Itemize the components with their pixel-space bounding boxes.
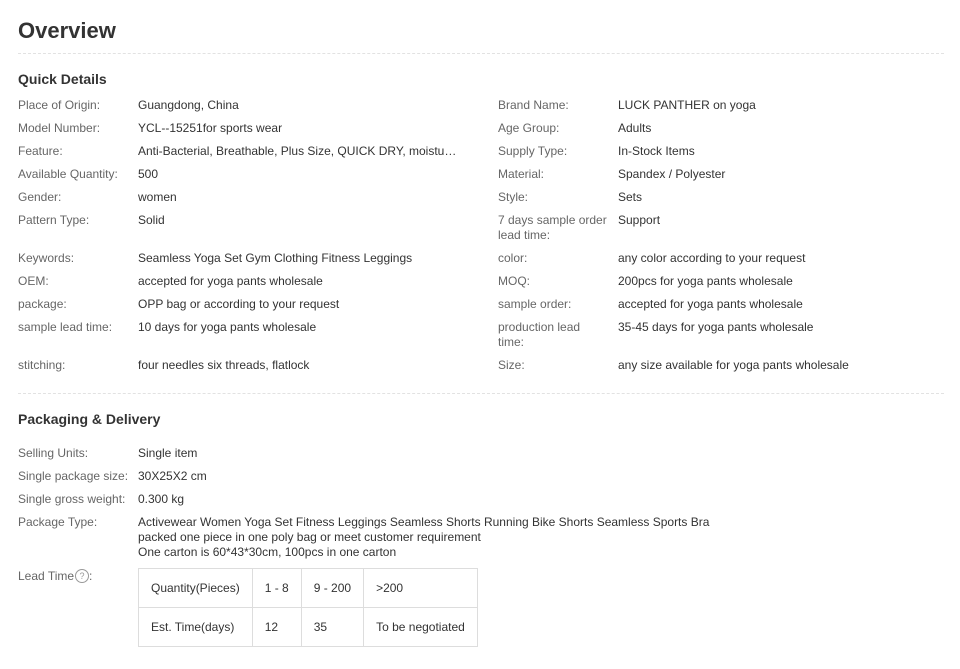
table-cell: 1 - 8 bbox=[251, 568, 302, 608]
detail-value: YCL--15251for sports wear bbox=[138, 121, 283, 135]
detail-label: OEM: bbox=[18, 274, 49, 288]
detail-label: Place of Origin: bbox=[18, 98, 101, 112]
detail-value: Spandex / Polyester bbox=[618, 167, 726, 181]
detail-value: Support bbox=[618, 213, 661, 227]
detail-label: Single gross weight: bbox=[18, 492, 126, 506]
detail-value: 500 bbox=[138, 167, 159, 181]
detail-label: Single package size: bbox=[18, 469, 129, 483]
table-cell: >200 bbox=[363, 568, 478, 608]
detail-label: Package Type: bbox=[18, 515, 98, 529]
detail-value: Solid bbox=[138, 213, 165, 227]
table-cell: 9 - 200 bbox=[300, 568, 365, 608]
detail-label: color: bbox=[498, 251, 528, 265]
detail-value: 200pcs for yoga pants wholesale bbox=[618, 274, 793, 288]
detail-label: Material: bbox=[498, 167, 545, 181]
detail-label: Supply Type: bbox=[498, 144, 568, 158]
detail-value: LUCK PANTHER on yoga bbox=[618, 98, 756, 112]
detail-label: Lead Time?: bbox=[18, 568, 134, 584]
detail-value: any size available for yoga pants wholes… bbox=[618, 358, 849, 372]
detail-label: Keywords: bbox=[18, 251, 75, 265]
detail-label: 7 days sample order lead time: bbox=[498, 213, 607, 242]
overview-title: Overview bbox=[18, 18, 116, 43]
detail-value: accepted for yoga pants wholesale bbox=[618, 297, 803, 311]
package-type-line: packed one piece in one poly bag or meet… bbox=[138, 530, 481, 544]
detail-label: Gender: bbox=[18, 190, 62, 204]
detail-value: Anti-Bacterial, Breathable, Plus Size, Q… bbox=[138, 144, 458, 158]
detail-label: package: bbox=[18, 297, 67, 311]
table-cell: Est. Time(days) bbox=[138, 607, 253, 647]
detail-value: In-Stock Items bbox=[618, 144, 695, 158]
table-cell: Quantity(Pieces) bbox=[138, 568, 253, 608]
question-circle-icon[interactable]: ? bbox=[75, 568, 90, 583]
detail-label: Feature: bbox=[18, 144, 63, 158]
detail-value: Sets bbox=[618, 190, 643, 204]
detail-label: production lead time: bbox=[498, 320, 581, 349]
overview-divider bbox=[18, 53, 944, 54]
lead-time-table: Quantity(Pieces) 1 - 8 9 - 200 >200 Est.… bbox=[138, 568, 478, 647]
detail-label: stitching: bbox=[18, 358, 66, 372]
detail-label: Selling Units: bbox=[18, 446, 89, 460]
detail-value: Adults bbox=[618, 121, 652, 135]
detail-value: Activewear Women Yoga Set Fitness Leggin… bbox=[138, 515, 838, 560]
detail-label: Brand Name: bbox=[498, 98, 569, 112]
detail-value: accepted for yoga pants wholesale bbox=[138, 274, 323, 288]
detail-value: Single item bbox=[138, 446, 198, 460]
detail-value: OPP bag or according to your request bbox=[138, 297, 340, 311]
detail-value: women bbox=[138, 190, 177, 204]
quick-details-divider bbox=[18, 393, 944, 394]
detail-value: 10 days for yoga pants wholesale bbox=[138, 320, 317, 334]
lead-time-label-suffix: : bbox=[89, 569, 93, 583]
table-cell: 35 bbox=[300, 607, 365, 647]
detail-label: MOQ: bbox=[498, 274, 530, 288]
package-type-line: Activewear Women Yoga Set Fitness Leggin… bbox=[138, 515, 710, 529]
packaging-title: Packaging & Delivery bbox=[18, 411, 161, 427]
detail-value: 0.300 kg bbox=[138, 492, 185, 506]
table-cell: To be negotiated bbox=[363, 607, 478, 647]
detail-label: Age Group: bbox=[498, 121, 560, 135]
detail-value: four needles six threads, flatlock bbox=[138, 358, 310, 372]
quick-details-title: Quick Details bbox=[18, 71, 107, 87]
detail-label: Pattern Type: bbox=[18, 213, 90, 227]
lead-time-label-text: Lead Time bbox=[18, 569, 75, 583]
detail-value: 30X25X2 cm bbox=[138, 469, 207, 483]
detail-value: any color according to your request bbox=[618, 251, 806, 265]
detail-label: sample order: bbox=[498, 297, 572, 311]
detail-value: Seamless Yoga Set Gym Clothing Fitness L… bbox=[138, 251, 413, 265]
detail-value: 35-45 days for yoga pants wholesale bbox=[618, 320, 814, 334]
detail-label: sample lead time: bbox=[18, 320, 113, 334]
detail-label: Size: bbox=[498, 358, 525, 372]
detail-value: Guangdong, China bbox=[138, 98, 239, 112]
table-row: Quantity(Pieces) 1 - 8 9 - 200 >200 bbox=[138, 568, 478, 608]
table-row: Est. Time(days) 12 35 To be negotiated bbox=[138, 607, 478, 647]
detail-label: Model Number: bbox=[18, 121, 101, 135]
detail-label: Available Quantity: bbox=[18, 167, 118, 181]
detail-label: Style: bbox=[498, 190, 529, 204]
table-cell: 12 bbox=[251, 607, 302, 647]
package-type-line: One carton is 60*43*30cm, 100pcs in one … bbox=[138, 545, 397, 559]
